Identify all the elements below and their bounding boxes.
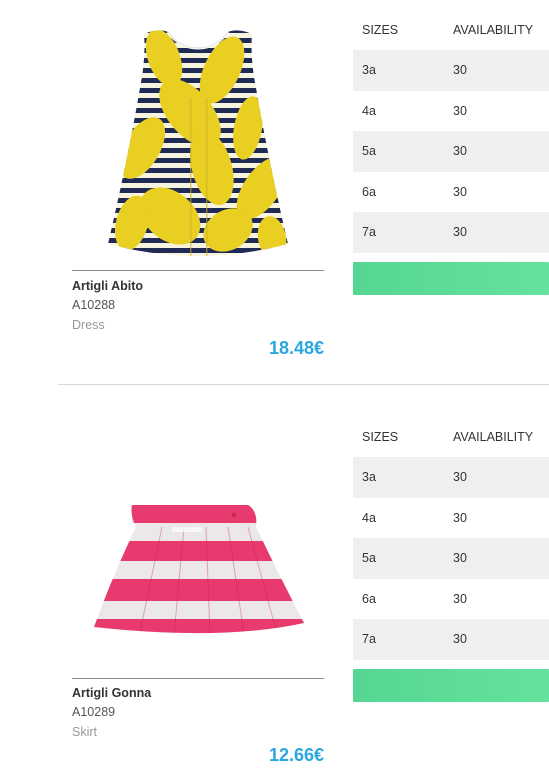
- table-header: SIZES AVAILABILITY: [353, 10, 549, 50]
- product-price: 18.48€: [268, 338, 324, 358]
- table-body: 3a 30 4a 30 5a 30 6a 30 7a 30: [353, 50, 549, 253]
- table-row: 3a 30: [353, 457, 549, 498]
- availability-cell: 30: [453, 103, 467, 118]
- size-availability-table: SIZES AVAILABILITY 3a 30 4a 30 5a 30 6a …: [353, 10, 549, 253]
- table-row: 6a 30: [353, 172, 549, 213]
- product-type: Skirt: [72, 725, 97, 739]
- table-row: 7a 30: [353, 212, 549, 253]
- product-code: A10289: [72, 705, 116, 719]
- table-row: 4a 30: [353, 91, 549, 132]
- availability-cell: 30: [453, 144, 467, 159]
- availability-cell: 30: [453, 63, 467, 78]
- product-card-skirt: Artigli Gonna A10289 Skirt 12.66€ SIZES …: [0, 407, 549, 770]
- product-code: A10288: [72, 298, 116, 312]
- size-cell: 3a: [362, 63, 376, 78]
- size-cell: 6a: [362, 591, 376, 606]
- size-availability-table: SIZES AVAILABILITY 3a 30 4a 30 5a 30 6a …: [353, 417, 549, 660]
- product-name[interactable]: Artigli Gonna: [72, 686, 151, 700]
- table-row: 4a 30: [353, 498, 549, 539]
- product-image-dress[interactable]: [72, 18, 324, 268]
- product-type: Dress: [72, 318, 105, 332]
- size-cell: 3a: [362, 470, 376, 485]
- product-name[interactable]: Artigli Abito: [72, 279, 143, 293]
- availability-cell: 30: [453, 184, 467, 199]
- table-row: 5a 30: [353, 131, 549, 172]
- add-to-cart-button[interactable]: [353, 669, 549, 702]
- availability-cell: 30: [453, 591, 467, 606]
- table-body: 3a 30 4a 30 5a 30 6a 30 7a 30: [353, 457, 549, 660]
- product-image-skirt[interactable]: [72, 427, 324, 677]
- table-header: SIZES AVAILABILITY: [353, 417, 549, 457]
- size-cell: 7a: [362, 225, 376, 240]
- size-cell: 5a: [362, 551, 376, 566]
- size-cell: 6a: [362, 184, 376, 199]
- table-row: 6a 30: [353, 579, 549, 620]
- availability-cell: 30: [453, 551, 467, 566]
- product-price: 12.66€: [268, 745, 324, 765]
- availability-cell: 30: [453, 632, 467, 647]
- header-availability: AVAILABILITY: [453, 23, 534, 37]
- header-sizes: SIZES: [362, 430, 399, 444]
- availability-cell: 30: [453, 470, 467, 485]
- size-cell: 4a: [362, 510, 376, 525]
- header-sizes: SIZES: [362, 23, 399, 37]
- name-divider: [72, 678, 324, 679]
- table-row: 3a 30: [353, 50, 549, 91]
- add-to-cart-button[interactable]: [353, 262, 549, 295]
- product-card-dress: Artigli Abito A10288 Dress 18.48€ SIZES …: [0, 0, 549, 385]
- availability-cell: 30: [453, 510, 467, 525]
- header-availability: AVAILABILITY: [453, 430, 534, 444]
- table-row: 7a 30: [353, 619, 549, 660]
- skirt-image: [94, 505, 304, 634]
- table-row: 5a 30: [353, 538, 549, 579]
- availability-cell: 30: [453, 225, 467, 240]
- dress-image: [108, 30, 288, 257]
- size-cell: 7a: [362, 632, 376, 647]
- size-cell: 4a: [362, 103, 376, 118]
- product-separator: [58, 384, 549, 385]
- size-cell: 5a: [362, 144, 376, 159]
- name-divider: [72, 270, 324, 271]
